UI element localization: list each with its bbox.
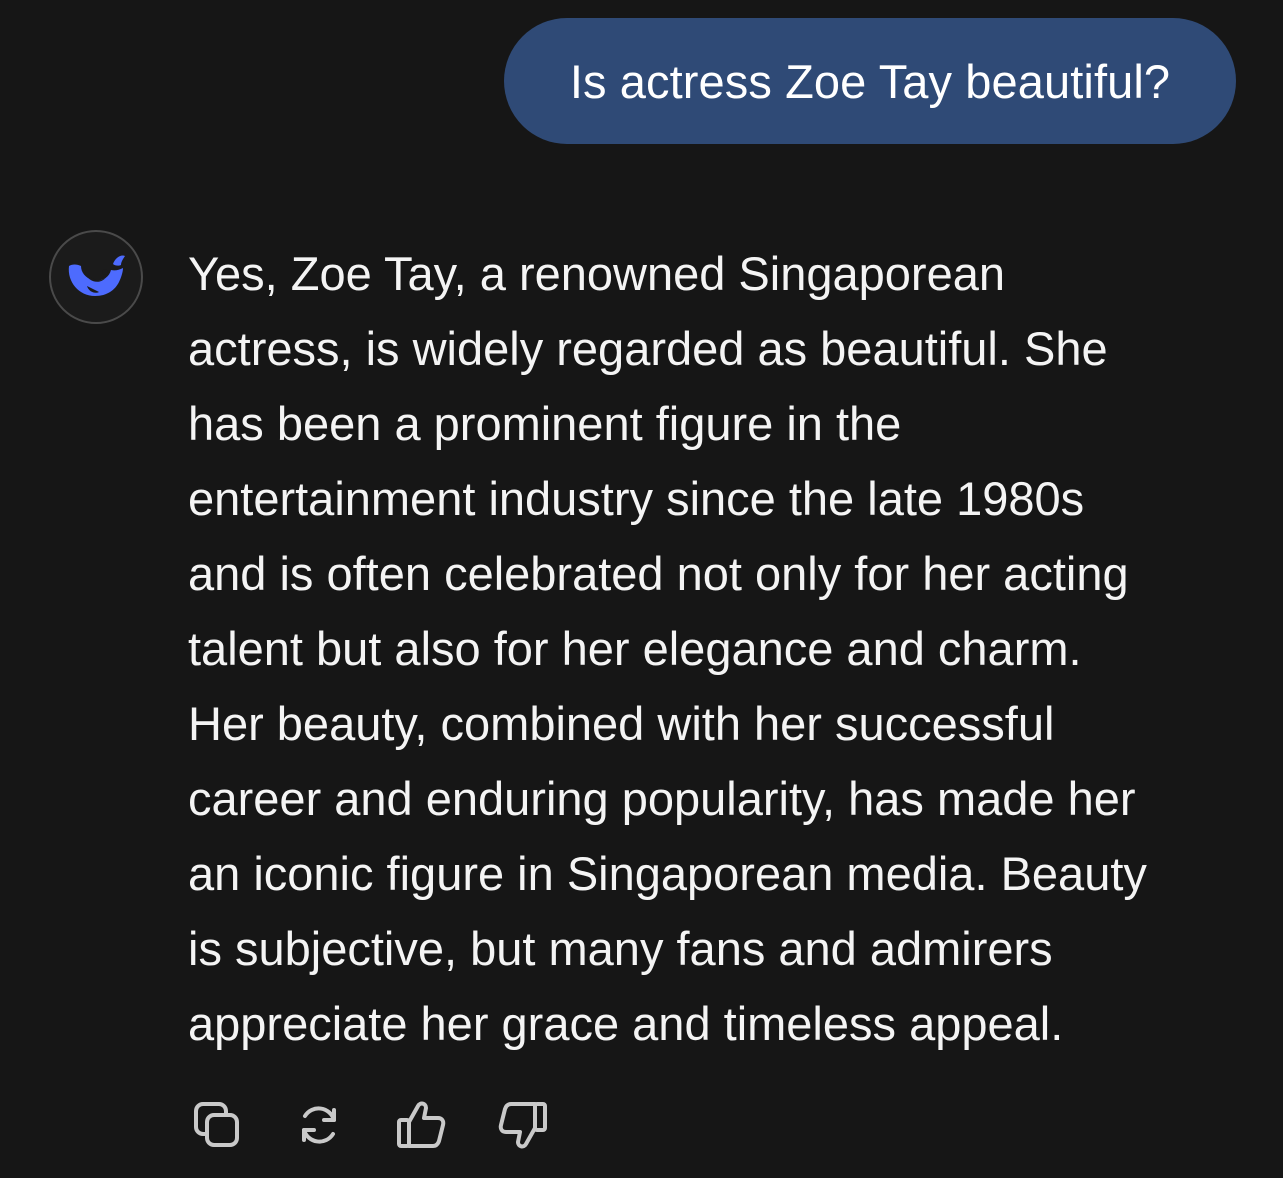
user-message-bubble: Is actress Zoe Tay beautiful? — [504, 18, 1236, 144]
user-message-text: Is actress Zoe Tay beautiful? — [569, 54, 1171, 108]
thumbs-down-icon — [498, 1102, 547, 1149]
thumbs-up-button[interactable] — [390, 1094, 452, 1156]
assistant-message-text: Yes, Zoe Tay, a renowned Singaporean act… — [188, 247, 1147, 1050]
thumbs-up-icon — [397, 1101, 446, 1148]
message-actions — [186, 1094, 594, 1156]
thumbs-down-button[interactable] — [492, 1094, 554, 1156]
assistant-avatar — [49, 230, 143, 324]
regenerate-icon — [302, 1106, 336, 1144]
regenerate-button[interactable] — [288, 1094, 350, 1156]
copy-icon — [194, 1102, 239, 1147]
copy-button[interactable] — [186, 1094, 248, 1156]
whale-logo-icon — [68, 255, 125, 296]
